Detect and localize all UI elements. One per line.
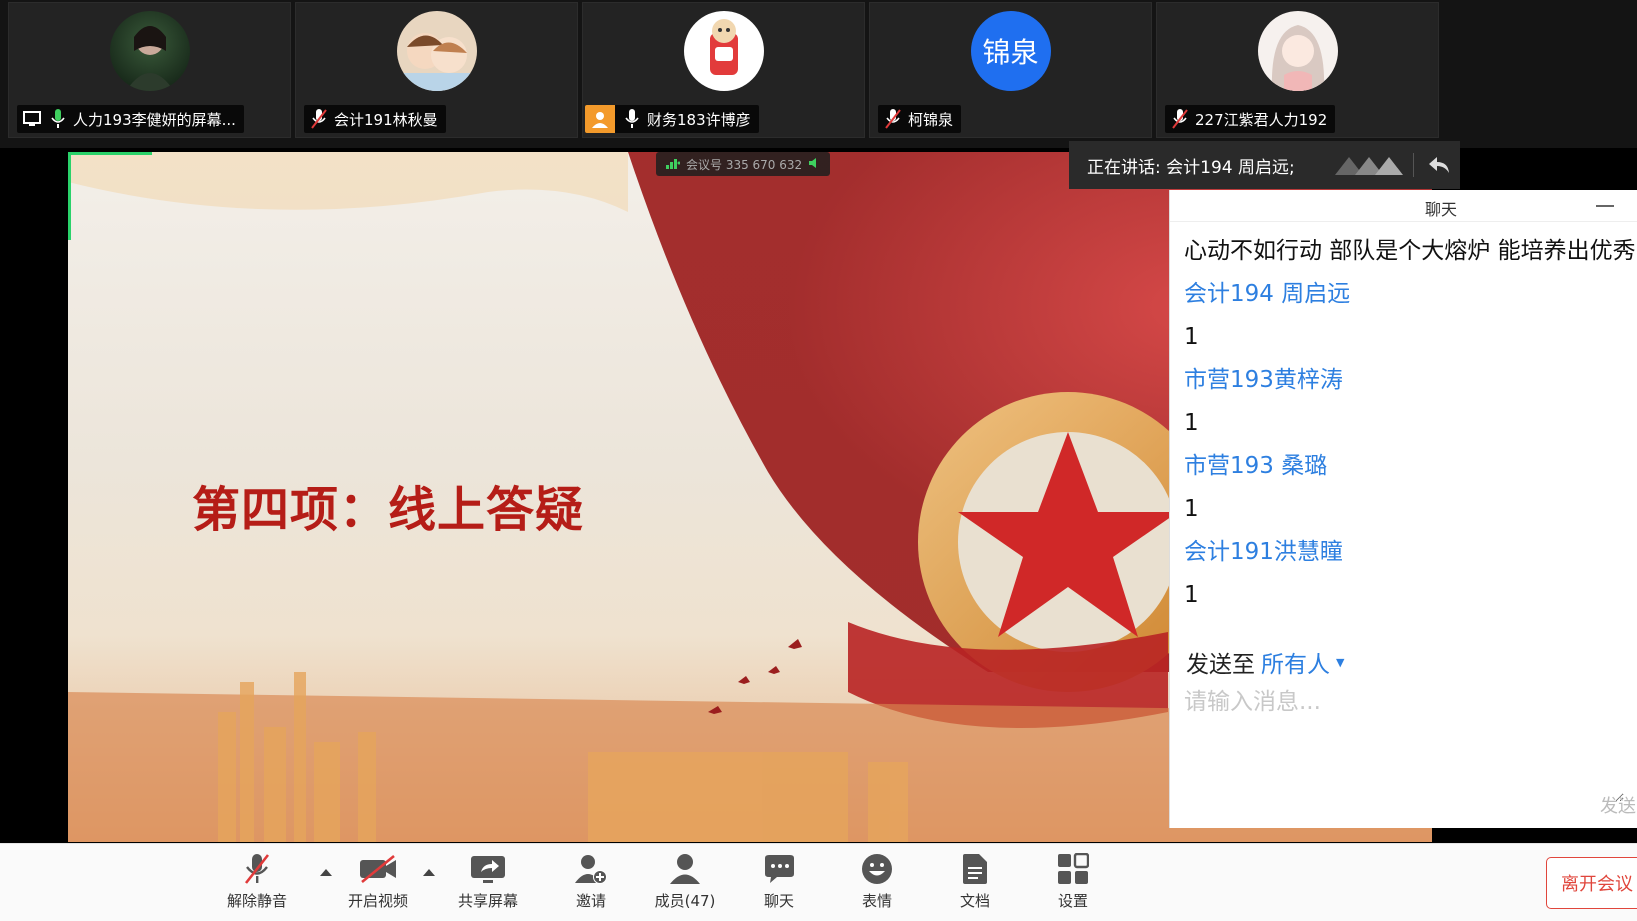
chat-input[interactable]	[1184, 682, 1624, 802]
mic-on-icon	[47, 108, 69, 130]
speaking-text: 正在讲话: 会计194 周启远;	[1087, 157, 1295, 178]
chat-message-sender[interactable]: 会计194 周启远	[1184, 273, 1637, 316]
share-indicator	[68, 152, 152, 155]
document-icon	[962, 850, 988, 888]
avatar	[396, 11, 477, 91]
start-video-button[interactable]: 开启视频	[333, 850, 423, 918]
participant-namebar: 会计191林秋曼	[304, 105, 446, 133]
docs-button[interactable]: 文档	[930, 850, 1020, 918]
participant-namebar: 柯锦泉	[878, 105, 962, 133]
send-to-target[interactable]: 所有人	[1261, 645, 1330, 679]
participant-tile[interactable]: 人力193李健妍的屏幕...	[8, 2, 291, 138]
chat-message-text: 心动不如行动 部队是个大熔炉 能培养出优秀的	[1184, 238, 1637, 264]
chat-message-sender[interactable]: 会计191洪慧瞳	[1184, 531, 1637, 574]
meeting-window: 人力193李健妍的屏幕... 会计191林秋曼 财务183许博彦 锦泉 柯锦泉 …	[0, 0, 1637, 921]
share-screen-icon	[469, 850, 507, 888]
participant-tile[interactable]: 会计191林秋曼	[295, 2, 578, 138]
unmute-button[interactable]: 解除静音	[212, 850, 302, 918]
unmute-label: 解除静音	[226, 892, 287, 910]
camera-off-icon	[358, 850, 398, 888]
invite-button[interactable]: 邀请	[546, 850, 636, 918]
settings-button[interactable]: 设置	[1028, 850, 1118, 918]
participant-strip: 人力193李健妍的屏幕... 会计191林秋曼 财务183许博彦 锦泉 柯锦泉 …	[0, 0, 1637, 148]
speaker-icon	[808, 157, 820, 172]
participant-name: 柯锦泉	[908, 110, 954, 129]
settings-label: 设置	[1057, 892, 1088, 910]
anime-girl-icon	[1271, 25, 1324, 91]
participant-name: 人力193李健妍的屏幕...	[73, 110, 236, 129]
chevron-up-icon[interactable]	[421, 866, 437, 878]
send-to-label: 发送至	[1186, 652, 1255, 678]
minimize-icon[interactable]	[1595, 198, 1615, 214]
mic-muted-icon	[1169, 108, 1191, 130]
meeting-id-badge[interactable]: 会议号 335 670 632	[656, 152, 831, 176]
speaker-avatars-icon	[1331, 153, 1407, 182]
chat-message-list: 心动不如行动 部队是个大熔炉 能培养出优秀的 会计194 周启远 1 市营193…	[1184, 230, 1637, 617]
share-screen-button[interactable]: 共享屏幕	[443, 850, 533, 918]
chat-panel: 聊天 心动不如行动 部队是个大熔炉 能培养出优秀的 会计194 周启远 1 市营…	[1169, 190, 1637, 828]
mic-on-icon	[621, 108, 643, 130]
smiley-icon	[861, 850, 893, 888]
chat-message-text: 1	[1184, 324, 1199, 350]
leave-meeting-button[interactable]: 离开会议	[1546, 857, 1637, 909]
participant-name: 财务183许博彦	[647, 110, 751, 129]
participant-name: 227江紫君人力192	[1195, 110, 1328, 129]
participant-namebar: 财务183许博彦	[585, 105, 759, 133]
cartoon-couple-icon	[396, 33, 477, 91]
chat-message-text: 1	[1184, 410, 1199, 436]
chat-bubble-icon	[763, 850, 795, 888]
chat-button[interactable]: 聊天	[734, 850, 824, 918]
mic-muted-icon	[308, 108, 330, 130]
send-button[interactable]: 发送	[1600, 792, 1636, 818]
divider	[1413, 153, 1414, 177]
participant-namebar: 227江紫君人力192	[1165, 105, 1336, 133]
chat-message-sender[interactable]: 市营193 桑璐	[1184, 445, 1637, 488]
participant-tile[interactable]: 227江紫君人力192	[1156, 2, 1439, 138]
participant-namebar: 人力193李健妍的屏幕...	[17, 105, 244, 133]
chat-label: 聊天	[763, 892, 794, 910]
avatar	[1257, 11, 1338, 91]
cartoon-drink-icon	[709, 19, 738, 75]
participant-tile[interactable]: 财务183许博彦	[582, 2, 865, 138]
mic-muted-icon	[882, 108, 904, 130]
start-video-label: 开启视频	[347, 892, 408, 910]
chat-message-sender[interactable]: 市营193黄梓涛	[1184, 359, 1637, 402]
speaking-banner: 正在讲话: 会计194 周启远;	[1069, 141, 1460, 189]
photo-avatar-icon	[125, 26, 174, 91]
members-button[interactable]: 成员(47)	[640, 850, 730, 918]
send-to-selector[interactable]: 发送至 所有人 ▼	[1186, 645, 1344, 679]
slide-title: 第四项：线上答疑	[192, 482, 585, 538]
user-icon	[585, 105, 615, 133]
chevron-down-icon[interactable]: ▼	[1336, 656, 1344, 669]
share-screen-label: 共享屏幕	[457, 892, 518, 910]
docs-label: 文档	[959, 892, 990, 910]
participant-tile[interactable]: 锦泉 柯锦泉	[869, 2, 1152, 138]
reply-icon[interactable]	[1425, 151, 1453, 179]
mic-muted-icon	[243, 850, 271, 888]
reactions-button[interactable]: 表情	[832, 850, 922, 918]
avatar	[109, 11, 190, 91]
meeting-toolbar: 解除静音 开启视频 共享屏幕 邀请 成员(47) 聊天 表情 文档 设置 离开会…	[0, 843, 1637, 921]
chat-title: 聊天	[1425, 200, 1458, 219]
signal-icon	[666, 157, 681, 172]
chat-message-text: 1	[1184, 582, 1199, 608]
screen-share-icon	[21, 108, 43, 130]
avatar-initials: 锦泉	[970, 11, 1051, 91]
add-user-icon	[574, 850, 608, 888]
chat-message-text: 1	[1184, 496, 1199, 522]
members-label: 成员(47)	[654, 892, 716, 910]
meeting-id-text: 会议号 335 670 632	[686, 157, 803, 172]
participant-name: 会计191林秋曼	[334, 110, 438, 129]
share-indicator	[68, 152, 71, 240]
invite-label: 邀请	[575, 892, 606, 910]
reactions-label: 表情	[861, 892, 892, 910]
grid-settings-icon	[1057, 850, 1089, 888]
chat-header: 聊天	[1170, 190, 1637, 222]
members-icon	[668, 850, 702, 888]
avatar	[683, 11, 764, 91]
chevron-up-icon[interactable]	[318, 866, 334, 878]
